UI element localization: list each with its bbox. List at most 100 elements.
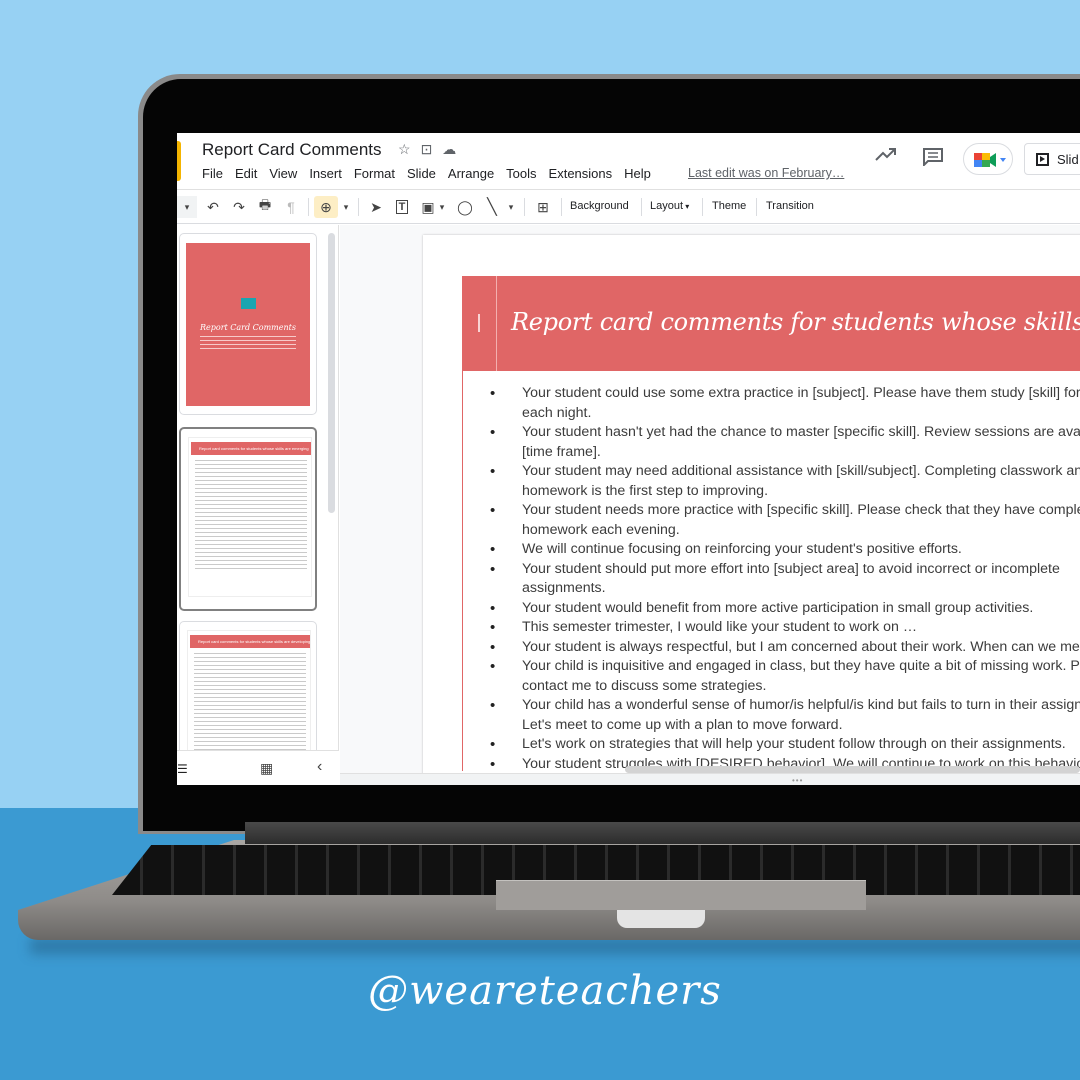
speaker-notes-divider[interactable]: •••	[340, 773, 1080, 785]
filmstrip-scrollbar[interactable]	[328, 233, 335, 513]
thumb-bullets	[194, 653, 306, 765]
text-box-icon[interactable]: T	[392, 196, 412, 218]
layout-label: Layout	[650, 200, 684, 212]
comment-bullet-list[interactable]: Your student could use some extra practi…	[490, 384, 1080, 774]
menu-arrange[interactable]: Arrange	[448, 166, 494, 181]
list-item: Your student hasn't yet had the chance t…	[490, 423, 1080, 462]
slide-title-banner: Report card comments for students whose …	[462, 276, 1080, 371]
drag-handle-icon[interactable]: •••	[792, 776, 803, 785]
menu-format[interactable]: Format	[354, 166, 395, 181]
canvas-horizontal-scrollbar[interactable]	[625, 766, 1080, 773]
menu-file[interactable]: File	[202, 166, 223, 181]
toolbar-divider	[308, 198, 309, 216]
redo-icon[interactable]: ↷	[229, 196, 249, 218]
slide-filmstrip: Report Card Comments Report card comment…	[177, 225, 339, 785]
brand-handle: @weareteachers	[368, 968, 722, 1014]
title-icons: ☆ ⊡ ☁	[398, 141, 456, 158]
slide-thumbnail-1[interactable]: Report Card Comments	[179, 233, 317, 415]
list-item: This semester trimester, I would like yo…	[490, 618, 1080, 638]
list-item: Your child is inquisitive and engaged in…	[490, 657, 1080, 696]
toolbar-divider	[756, 198, 757, 216]
google-meet-icon	[974, 153, 1006, 167]
toolbar-divider	[358, 198, 359, 216]
zoom-dropdown-icon[interactable]: ▾	[340, 196, 352, 218]
cover-title: Report Card Comments	[200, 323, 296, 332]
slides-logo-icon[interactable]	[177, 141, 181, 181]
filmstrip-view-icon[interactable]: ☰	[177, 762, 188, 776]
layout-button[interactable]: Layout ▾	[650, 200, 689, 212]
list-item: Your student should put more effort into…	[490, 560, 1080, 599]
toolbar-divider	[702, 198, 703, 216]
present-icon	[1036, 153, 1049, 166]
zoom-icon[interactable]: ⊕	[314, 196, 338, 218]
menu-slide[interactable]: Slide	[407, 166, 436, 181]
cover-slide-preview: Report Card Comments	[186, 243, 310, 406]
list-item: Your student needs more practice with [s…	[490, 501, 1080, 540]
menu-bar: File Edit View Insert Format Slide Arran…	[202, 166, 651, 181]
slide-index-marker	[478, 314, 480, 332]
current-slide[interactable]: Report card comments for students whose …	[423, 235, 1080, 775]
line-icon[interactable]: ╲	[482, 196, 502, 218]
menu-view[interactable]: View	[269, 166, 297, 181]
slide-canvas: Report card comments for students whose …	[340, 225, 1080, 785]
list-item: We will continue focusing on reinforcing…	[490, 540, 1080, 560]
toolbar-divider	[641, 198, 642, 216]
laptop-notch	[617, 910, 705, 928]
slide-title[interactable]: Report card comments for students whose …	[511, 308, 1080, 336]
list-item: Your child has a wonderful sense of humo…	[490, 696, 1080, 735]
layout-dropdown-icon: ▾	[683, 202, 690, 211]
list-item: Your student is always respectful, but I…	[490, 638, 1080, 658]
google-meet-button[interactable]	[963, 143, 1013, 175]
new-slide-dropdown[interactable]: ▾	[177, 196, 197, 218]
menu-tools[interactable]: Tools	[506, 166, 536, 181]
line-dropdown-icon[interactable]: ▾	[506, 196, 516, 218]
add-comment-icon[interactable]: ⊞	[533, 196, 553, 218]
transition-button[interactable]: Transition	[766, 200, 814, 212]
cover-subtitle	[200, 336, 296, 350]
grid-view-icon[interactable]: ▦	[260, 760, 273, 777]
theme-button[interactable]: Theme	[712, 200, 746, 212]
laptop-hinge	[245, 822, 1080, 844]
laptop-shadow	[30, 938, 1080, 954]
slideshow-button[interactable]: Slid	[1024, 143, 1080, 175]
list-item: Let's work on strategies that will help …	[490, 735, 1080, 755]
star-icon[interactable]: ☆	[398, 141, 411, 158]
menu-edit[interactable]: Edit	[235, 166, 257, 181]
slide-preview: Report card comments for students whose …	[188, 437, 312, 597]
menu-help[interactable]: Help	[624, 166, 651, 181]
laptop-trackpad	[496, 880, 866, 910]
trending-up-icon[interactable]	[875, 147, 897, 163]
slideshow-label: Slid	[1057, 152, 1079, 167]
list-item: Your student would benefit from more act…	[490, 599, 1080, 619]
google-slides-window: Report Card Comments ☆ ⊡ ☁ File Edit Vie…	[177, 133, 1080, 785]
menu-extensions[interactable]: Extensions	[549, 166, 613, 181]
last-edit-link[interactable]: Last edit was on February…	[688, 166, 844, 180]
image-dropdown-icon[interactable]: ▾	[437, 196, 447, 218]
shape-icon[interactable]: ◯	[455, 196, 475, 218]
print-icon[interactable]: 🖶	[255, 196, 275, 218]
comment-icon[interactable]	[923, 148, 943, 166]
list-item: Your student may need additional assista…	[490, 462, 1080, 501]
toolbar: ▾ ↶ ↷ 🖶 ¶ ⊕ ▾ ➤ T ▣ ▾ ◯ ╲ ▾ ⊞ Background…	[177, 190, 1080, 224]
thumb-title: Report card comments for students whose …	[190, 635, 310, 648]
toolbar-divider	[524, 198, 525, 216]
slide-thumbnail-2[interactable]: Report card comments for students whose …	[179, 427, 317, 611]
thumb-title: Report card comments for students whose …	[191, 442, 311, 455]
toolbar-divider	[561, 198, 562, 216]
background-button[interactable]: Background	[570, 200, 629, 212]
undo-icon[interactable]: ↶	[203, 196, 223, 218]
menu-insert[interactable]: Insert	[309, 166, 342, 181]
cloud-saved-icon[interactable]: ☁	[442, 141, 456, 158]
banner-divider	[496, 276, 497, 371]
thumb-bullets	[195, 460, 307, 572]
filmstrip-footer: ☰ ▦ ‹	[177, 750, 339, 785]
weareteachers-logo-icon	[241, 298, 256, 309]
paint-format-icon[interactable]: ¶	[281, 196, 301, 218]
list-item: Your student could use some extra practi…	[490, 384, 1080, 423]
collapse-panel-icon[interactable]: ‹	[317, 758, 322, 776]
document-title[interactable]: Report Card Comments	[202, 140, 382, 160]
slide-left-rule	[462, 371, 463, 771]
move-folder-icon[interactable]: ⊡	[421, 141, 433, 158]
select-cursor-icon[interactable]: ➤	[367, 196, 385, 218]
image-icon[interactable]: ▣	[419, 196, 437, 218]
